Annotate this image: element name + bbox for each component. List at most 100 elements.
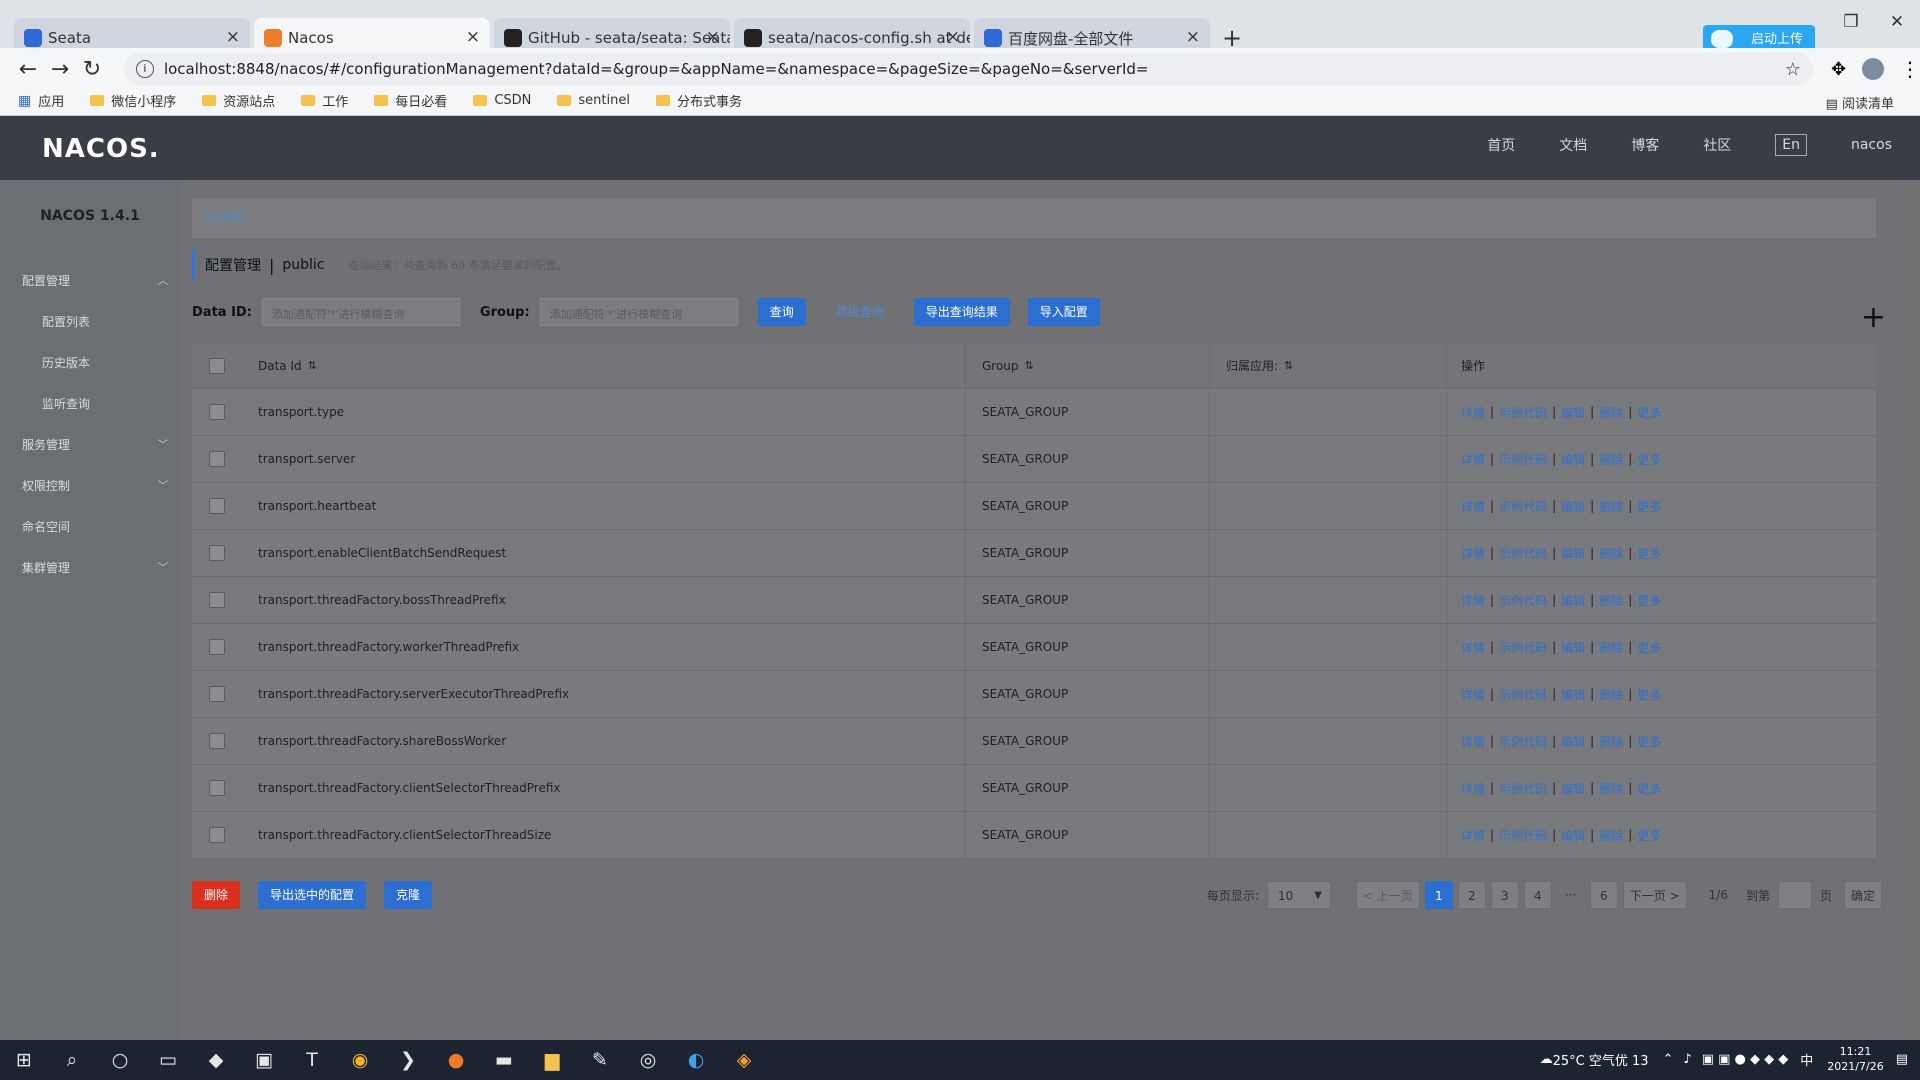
row-op-link[interactable]: 示例代码: [1499, 733, 1547, 750]
app-icon[interactable]: ◎: [624, 1049, 672, 1071]
url-field[interactable]: i localhost:8848/nacos/#/configurationMa…: [123, 53, 1813, 85]
row-op-link[interactable]: 删除: [1599, 592, 1623, 609]
row-checkbox[interactable]: [209, 404, 225, 420]
sidebar-item[interactable]: 监听查询: [0, 383, 180, 424]
row-op-link[interactable]: 删除: [1599, 498, 1623, 515]
bookmark-item[interactable]: 分布式事务: [655, 91, 742, 110]
sidebar-item[interactable]: 集群管理 ﹀: [0, 547, 180, 588]
clone-button[interactable]: 克隆: [384, 881, 433, 909]
back-icon[interactable]: ←: [12, 57, 44, 82]
row-op-link[interactable]: 删除: [1599, 780, 1623, 797]
row-op-link[interactable]: 删除: [1599, 639, 1623, 656]
page-number-button[interactable]: 1: [1424, 881, 1453, 909]
row-op-link[interactable]: 编辑: [1561, 592, 1585, 609]
row-checkbox[interactable]: [209, 780, 225, 796]
export-selected-button[interactable]: 导出选中的配置: [258, 881, 367, 909]
row-op-link[interactable]: 删除: [1599, 404, 1623, 421]
user-name[interactable]: nacos: [1851, 137, 1892, 153]
bookmark-item[interactable]: 工作: [301, 91, 348, 110]
page-number-button[interactable]: 6: [1589, 881, 1618, 909]
advanced-query-button[interactable]: 高级查询: [824, 298, 896, 326]
chrome-icon[interactable]: ◉: [336, 1049, 384, 1071]
row-op-link[interactable]: 示例代码: [1499, 686, 1547, 703]
row-op-link[interactable]: 更多: [1637, 545, 1661, 562]
export-results-button[interactable]: 导出查询结果: [913, 298, 1010, 326]
app-icon[interactable]: ▣: [240, 1049, 288, 1071]
page-number-button[interactable]: 4: [1523, 881, 1552, 909]
row-op-link[interactable]: 示例代码: [1499, 404, 1547, 421]
row-checkbox[interactable]: [209, 592, 225, 608]
row-op-link[interactable]: 更多: [1637, 827, 1661, 844]
language-toggle[interactable]: En: [1775, 134, 1807, 156]
row-op-link[interactable]: 详情: [1461, 733, 1485, 750]
reading-list[interactable]: ▤ 阅读清单: [1826, 93, 1894, 112]
bookmark-item[interactable]: 微信小程序: [90, 91, 176, 110]
header-app[interactable]: 归属应用: ⇅: [1210, 343, 1447, 388]
sort-icon[interactable]: ⇅: [1025, 359, 1034, 372]
row-checkbox[interactable]: [209, 545, 225, 561]
close-icon[interactable]: ×: [1186, 27, 1200, 47]
more-menu-icon[interactable]: ⋮: [1900, 57, 1920, 81]
tray-chevron-icon[interactable]: ⌃: [1663, 1052, 1674, 1067]
row-op-link[interactable]: 详情: [1461, 592, 1485, 609]
task-view-icon[interactable]: ▭: [144, 1049, 192, 1071]
add-config-icon[interactable]: +: [1861, 300, 1886, 335]
row-op-link[interactable]: 编辑: [1561, 498, 1585, 515]
restore-icon[interactable]: ❐: [1828, 8, 1874, 36]
query-button[interactable]: 查询: [757, 298, 806, 326]
terminal-icon[interactable]: ▬: [480, 1049, 528, 1071]
close-window-icon[interactable]: ✕: [1874, 8, 1920, 36]
bookmark-item[interactable]: 每日必看: [374, 91, 447, 110]
forward-icon[interactable]: →: [44, 57, 76, 82]
row-op-link[interactable]: 更多: [1637, 780, 1661, 797]
sort-icon[interactable]: ⇅: [1284, 359, 1293, 372]
select-all-checkbox[interactable]: [209, 357, 225, 374]
app-icon[interactable]: ✎: [576, 1049, 624, 1071]
info-icon[interactable]: i: [135, 60, 154, 78]
app-icon[interactable]: ◆: [192, 1049, 240, 1071]
microphone-icon[interactable]: ♪: [1683, 1052, 1691, 1067]
git-icon[interactable]: ◈: [720, 1049, 768, 1071]
nav-home[interactable]: 首页: [1487, 135, 1515, 155]
close-icon[interactable]: ×: [706, 27, 720, 47]
row-op-link[interactable]: 编辑: [1561, 404, 1585, 421]
row-op-link[interactable]: 删除: [1599, 686, 1623, 703]
row-op-link[interactable]: 更多: [1637, 686, 1661, 703]
row-op-link[interactable]: 示例代码: [1499, 545, 1547, 562]
reload-icon[interactable]: ↻: [76, 57, 108, 82]
delete-button[interactable]: 删除: [192, 881, 241, 909]
folder-icon[interactable]: ▆: [528, 1049, 576, 1071]
prev-page-button[interactable]: < 上一页: [1355, 881, 1420, 909]
row-op-link[interactable]: 详情: [1461, 686, 1485, 703]
row-op-link[interactable]: 编辑: [1561, 451, 1585, 468]
search-icon[interactable]: ⌕: [48, 1049, 96, 1071]
namespace-public[interactable]: public: [206, 210, 245, 225]
nav-community[interactable]: 社区: [1703, 135, 1731, 155]
page-number-button[interactable]: 3: [1490, 881, 1519, 909]
row-op-link[interactable]: 编辑: [1561, 780, 1585, 797]
bookmark-item[interactable]: sentinel: [557, 93, 630, 108]
row-op-link[interactable]: 详情: [1461, 545, 1485, 562]
row-op-link[interactable]: 更多: [1637, 498, 1661, 515]
row-op-link[interactable]: 示例代码: [1499, 639, 1547, 656]
row-checkbox[interactable]: [209, 733, 225, 749]
profile-avatar[interactable]: [1862, 58, 1885, 80]
row-checkbox[interactable]: [209, 498, 225, 514]
bookmark-star-icon[interactable]: ☆: [1785, 59, 1801, 80]
nacos-logo[interactable]: NACOS.: [42, 134, 160, 164]
row-op-link[interactable]: 详情: [1461, 827, 1485, 844]
close-icon[interactable]: ×: [226, 27, 240, 47]
next-page-button[interactable]: 下一页 >: [1622, 881, 1687, 909]
row-op-link[interactable]: 更多: [1637, 451, 1661, 468]
row-op-link[interactable]: 编辑: [1561, 827, 1585, 844]
tray-apps-icon[interactable]: ▣ ▣ ● ◆ ◆ ◆: [1702, 1052, 1789, 1067]
dataid-input[interactable]: 添加通配符'*'进行模糊查询: [261, 298, 460, 326]
row-op-link[interactable]: 示例代码: [1499, 498, 1547, 515]
row-op-link[interactable]: 示例代码: [1499, 592, 1547, 609]
row-checkbox[interactable]: [209, 686, 225, 702]
app-icon[interactable]: ●: [432, 1049, 480, 1071]
row-checkbox[interactable]: [209, 451, 225, 467]
row-op-link[interactable]: 编辑: [1561, 686, 1585, 703]
bookmark-item[interactable]: CSDN: [473, 93, 531, 108]
bookmark-item[interactable]: 资源站点: [202, 91, 275, 110]
